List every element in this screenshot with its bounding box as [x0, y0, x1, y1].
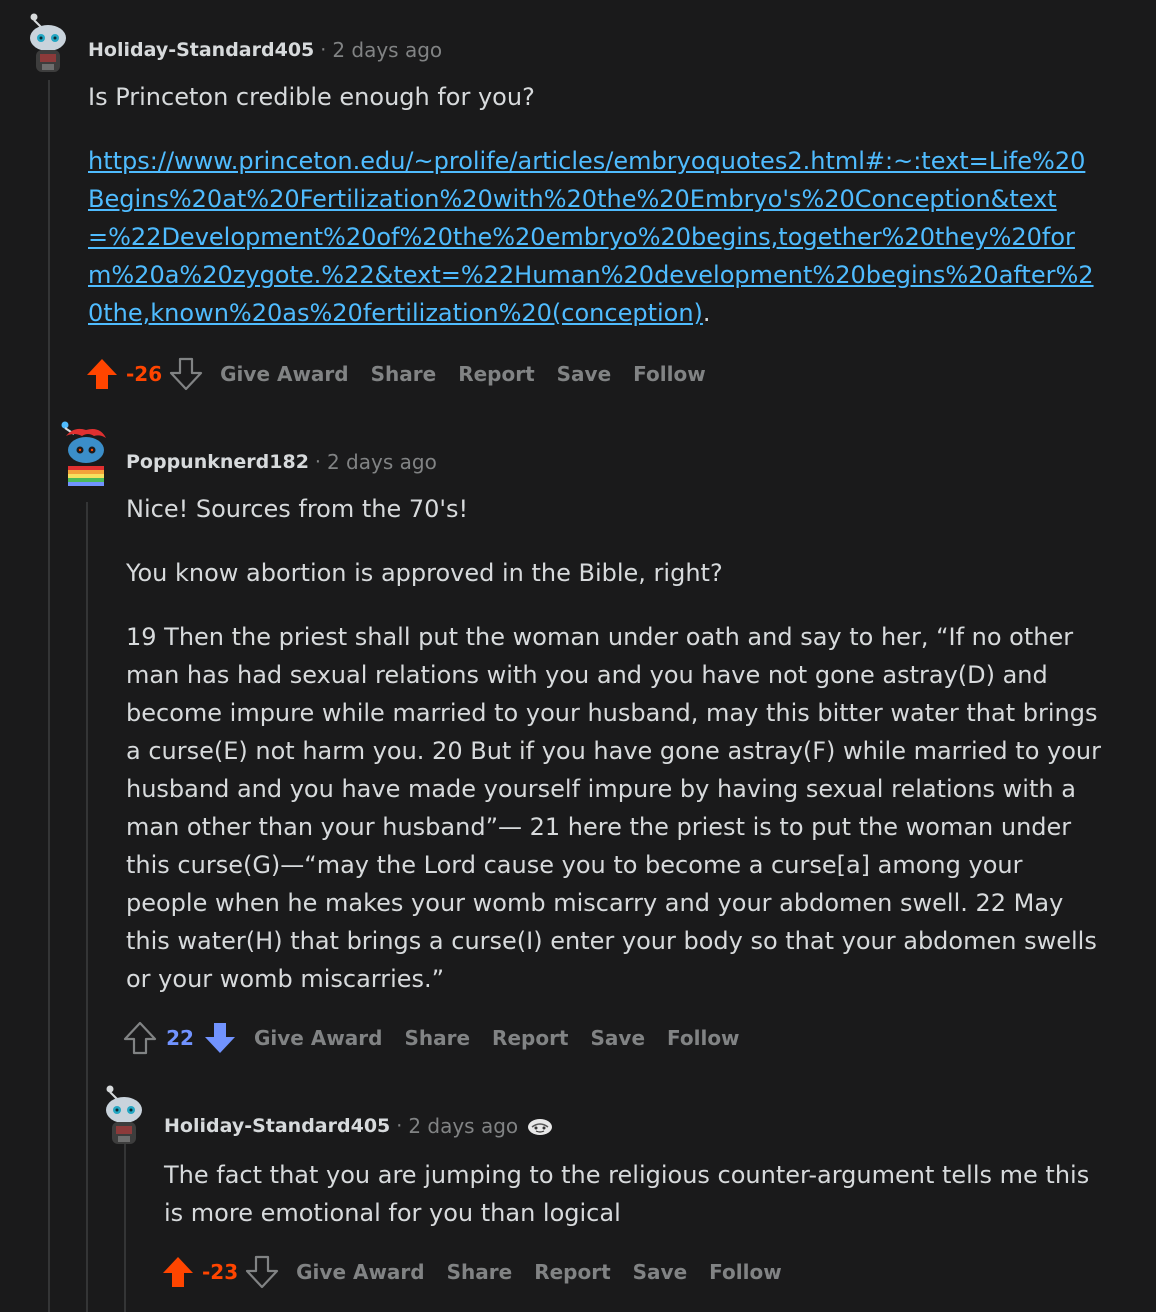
- timestamp[interactable]: 2 days ago: [332, 38, 442, 62]
- timestamp[interactable]: 2 days ago: [408, 1114, 518, 1138]
- downvote-button[interactable]: [244, 1254, 280, 1290]
- upvote-arrow-icon: [87, 359, 117, 389]
- save-button[interactable]: Save: [557, 362, 612, 386]
- share-button[interactable]: Share: [371, 362, 437, 386]
- link-suffix: .: [702, 299, 711, 327]
- comment-paragraph: You know abortion is approved in the Bib…: [126, 559, 723, 587]
- comment-paragraph: 19 Then the priest shall put the woman u…: [126, 623, 1101, 993]
- comment-meta: Holiday-Standard405 · 2 days ago: [164, 1114, 554, 1138]
- user-avatar[interactable]: [60, 420, 112, 486]
- downvote-button[interactable]: [202, 1020, 238, 1056]
- downvote-button[interactable]: [168, 356, 204, 392]
- comment-body: Nice! Sources from the 70's! You know ab…: [126, 490, 1101, 998]
- vote-score: 22: [166, 1026, 194, 1050]
- thread-line-3[interactable]: [124, 1142, 126, 1312]
- snoo-avatar-icon: [106, 1085, 142, 1144]
- comment-paragraph: Is Princeton credible enough for you?: [88, 83, 535, 111]
- upvote-arrow-icon: [123, 1021, 157, 1055]
- snoo-avatar-icon: [30, 13, 66, 72]
- vote-score: -26: [126, 362, 163, 386]
- downvote-arrow-icon: [170, 357, 203, 391]
- save-button[interactable]: Save: [633, 1260, 688, 1284]
- give-award-button[interactable]: Give Award: [254, 1026, 382, 1050]
- report-button[interactable]: Report: [534, 1260, 610, 1284]
- comment-paragraph: The fact that you are jumping to the rel…: [164, 1161, 1090, 1227]
- share-button[interactable]: Share: [404, 1026, 470, 1050]
- upvote-button[interactable]: [160, 1254, 196, 1290]
- author-name[interactable]: Holiday-Standard405: [164, 1115, 390, 1137]
- snoo-avatar-red-hair-icon: [61, 421, 106, 486]
- save-button[interactable]: Save: [591, 1026, 646, 1050]
- flair-emoji-icon: [526, 1115, 554, 1137]
- downvote-arrow-icon: [205, 1023, 235, 1053]
- report-button[interactable]: Report: [458, 362, 534, 386]
- give-award-button[interactable]: Give Award: [220, 362, 348, 386]
- follow-button[interactable]: Follow: [667, 1026, 740, 1050]
- comment-actions: 22 Give Award Share Report Save Follow: [122, 1018, 740, 1058]
- separator: ·: [314, 451, 321, 473]
- follow-button[interactable]: Follow: [709, 1260, 782, 1284]
- give-award-button[interactable]: Give Award: [296, 1260, 424, 1284]
- user-avatar[interactable]: [22, 12, 74, 72]
- upvote-button[interactable]: [122, 1020, 158, 1056]
- comment-body: Is Princeton credible enough for you? ht…: [88, 78, 1098, 332]
- comment-meta: Holiday-Standard405 · 2 days ago: [88, 38, 442, 62]
- share-button[interactable]: Share: [447, 1260, 513, 1284]
- user-avatar[interactable]: [98, 1084, 150, 1144]
- separator: ·: [320, 39, 327, 61]
- upvote-button[interactable]: [84, 356, 120, 392]
- vote-score: -23: [202, 1260, 239, 1284]
- separator: ·: [396, 1115, 403, 1137]
- downvote-arrow-icon: [246, 1255, 279, 1289]
- thread-line-2[interactable]: [86, 502, 88, 1312]
- comment-actions: -26 Give Award Share Report Save Follow: [84, 354, 706, 394]
- princeton-link[interactable]: https://www.princeton.edu/~prolife/artic…: [88, 147, 1094, 327]
- author-name[interactable]: Poppunknerd182: [126, 451, 309, 473]
- comment-actions: -23 Give Award Share Report Save Follow: [160, 1252, 782, 1292]
- report-button[interactable]: Report: [492, 1026, 568, 1050]
- comment-meta: Poppunknerd182 · 2 days ago: [126, 450, 437, 474]
- comment-paragraph: https://www.princeton.edu/~prolife/artic…: [88, 142, 1098, 332]
- thread-line-1[interactable]: [48, 80, 50, 1312]
- follow-button[interactable]: Follow: [633, 362, 706, 386]
- upvote-arrow-icon: [163, 1257, 193, 1287]
- comment-paragraph: Nice! Sources from the 70's!: [126, 495, 469, 523]
- author-name[interactable]: Holiday-Standard405: [88, 39, 314, 61]
- timestamp[interactable]: 2 days ago: [327, 450, 437, 474]
- comment-body: The fact that you are jumping to the rel…: [164, 1156, 1099, 1232]
